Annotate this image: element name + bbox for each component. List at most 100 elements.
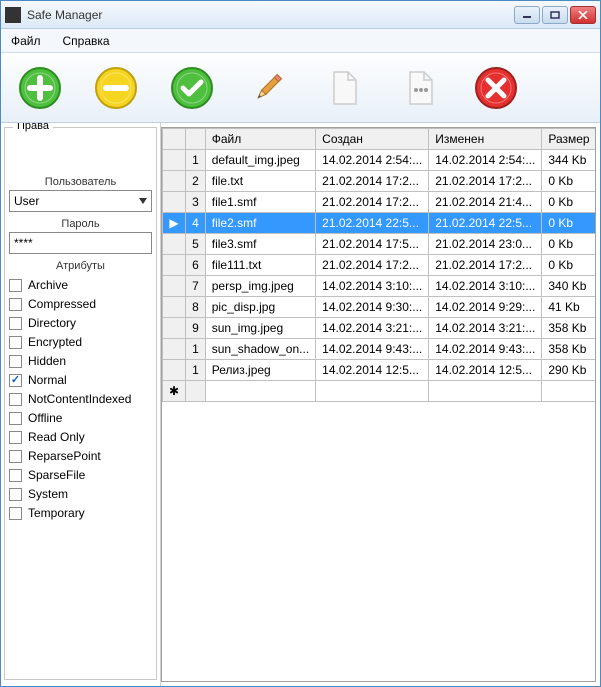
attr-label: Archive [28,278,68,292]
apply-button[interactable] [167,63,217,113]
document-dots-icon [398,66,442,110]
attr-encrypted[interactable]: Encrypted [9,335,152,349]
row-indicator [163,150,186,171]
user-select[interactable]: User [9,190,152,212]
row-number: 9 [186,318,206,339]
cell-created: 14.02.2014 9:43:... [316,339,429,360]
properties-button[interactable] [395,63,445,113]
row-number: 8 [186,297,206,318]
cell-size: 358 Kb [542,318,596,339]
minimize-button[interactable] [514,6,540,24]
table-row[interactable]: 1Релиз.jpeg14.02.2014 12:5...14.02.2014 … [163,360,597,381]
col-modified[interactable]: Изменен [429,129,542,150]
attr-label: Compressed [28,297,96,311]
table-row[interactable]: 3file1.smf21.02.2014 17:2...21.02.2014 2… [163,192,597,213]
file-grid[interactable]: Файл Создан Изменен Размер 1default_img.… [161,127,596,682]
remove-button[interactable] [91,63,141,113]
table-row[interactable]: ▶4file2.smf21.02.2014 22:5...21.02.2014 … [163,213,597,234]
attr-archive[interactable]: Archive [9,278,152,292]
cell-file: sun_img.jpeg [205,318,315,339]
attr-reparsepoint[interactable]: ReparsePoint [9,449,152,463]
checkbox-icon [9,374,22,387]
row-number: 5 [186,234,206,255]
attr-read only[interactable]: Read Only [9,430,152,444]
minus-icon [94,66,138,110]
cell-created: 21.02.2014 17:2... [316,171,429,192]
cell-size: 0 Kb [542,234,596,255]
attr-sparsefile[interactable]: SparseFile [9,468,152,482]
attr-offline[interactable]: Offline [9,411,152,425]
menu-help[interactable]: Справка [59,32,114,50]
cell-created: 21.02.2014 17:2... [316,255,429,276]
cell-file: file.txt [205,171,315,192]
table-row[interactable]: 9sun_img.jpeg14.02.2014 3:21:...14.02.20… [163,318,597,339]
app-icon [5,7,21,23]
cell-modified: 21.02.2014 23:0... [429,234,542,255]
checkbox-icon [9,317,22,330]
attr-system[interactable]: System [9,487,152,501]
cell-file: persp_img.jpeg [205,276,315,297]
user-label: Пользователь [9,176,152,188]
row-number: 1 [186,360,206,381]
table-row[interactable]: 5file3.smf21.02.2014 17:5...21.02.2014 2… [163,234,597,255]
titlebar: Safe Manager [1,1,600,29]
maximize-button[interactable] [542,6,568,24]
cell-created: 14.02.2014 3:21:... [316,318,429,339]
cell-modified: 21.02.2014 21:4... [429,192,542,213]
row-indicator [163,234,186,255]
cell-modified: 14.02.2014 12:5... [429,360,542,381]
cell-modified: 14.02.2014 3:10:... [429,276,542,297]
checkbox-icon [9,393,22,406]
row-indicator [163,339,186,360]
attr-temporary[interactable]: Temporary [9,506,152,520]
cell-created: 21.02.2014 17:5... [316,234,429,255]
cell-size: 0 Kb [542,192,596,213]
attr-label: Read Only [28,430,85,444]
cell-size: 290 Kb [542,360,596,381]
check-icon [170,66,214,110]
document-icon [322,66,366,110]
cell-size: 0 Kb [542,171,596,192]
row-indicator [163,255,186,276]
toolbar [1,53,600,123]
table-row[interactable]: 1sun_shadow_on...14.02.2014 9:43:...14.0… [163,339,597,360]
password-input[interactable] [9,232,152,254]
table-row[interactable]: 8pic_disp.jpg14.02.2014 9:30:...14.02.20… [163,297,597,318]
row-indicator [163,318,186,339]
cell-file: sun_shadow_on... [205,339,315,360]
attr-directory[interactable]: Directory [9,316,152,330]
checkbox-icon [9,336,22,349]
attr-compressed[interactable]: Compressed [9,297,152,311]
edit-button[interactable] [243,63,293,113]
table-row[interactable]: 1default_img.jpeg14.02.2014 2:54:...14.0… [163,150,597,171]
menu-file[interactable]: Файл [7,32,45,50]
table-row[interactable]: 7persp_img.jpeg14.02.2014 3:10:...14.02.… [163,276,597,297]
table-row[interactable]: 2file.txt21.02.2014 17:2...21.02.2014 17… [163,171,597,192]
attr-label: ReparsePoint [28,449,101,463]
attr-hidden[interactable]: Hidden [9,354,152,368]
close-button[interactable] [570,6,596,24]
row-number: 1 [186,339,206,360]
row-indicator [163,171,186,192]
attr-notcontentindexed[interactable]: NotContentIndexed [9,392,152,406]
app-window: Safe Manager Файл Справка [0,0,601,687]
cell-modified: 21.02.2014 22:5... [429,213,542,234]
col-created[interactable]: Создан [316,129,429,150]
table-row[interactable]: 6file111.txt21.02.2014 17:2...21.02.2014… [163,255,597,276]
row-number: 4 [186,213,206,234]
col-file[interactable]: Файл [205,129,315,150]
cell-modified: 14.02.2014 3:21:... [429,318,542,339]
cross-icon [474,66,518,110]
cancel-button[interactable] [471,63,521,113]
cell-file: pic_disp.jpg [205,297,315,318]
cell-modified: 21.02.2014 17:2... [429,255,542,276]
cell-created: 14.02.2014 9:30:... [316,297,429,318]
add-button[interactable] [15,63,65,113]
checkbox-icon [9,412,22,425]
checkbox-icon [9,469,22,482]
col-size[interactable]: Размер [542,129,596,150]
table-new-row[interactable]: ✱ [163,381,597,402]
attr-normal[interactable]: Normal [9,373,152,387]
pencil-icon [246,66,290,110]
new-file-button[interactable] [319,63,369,113]
